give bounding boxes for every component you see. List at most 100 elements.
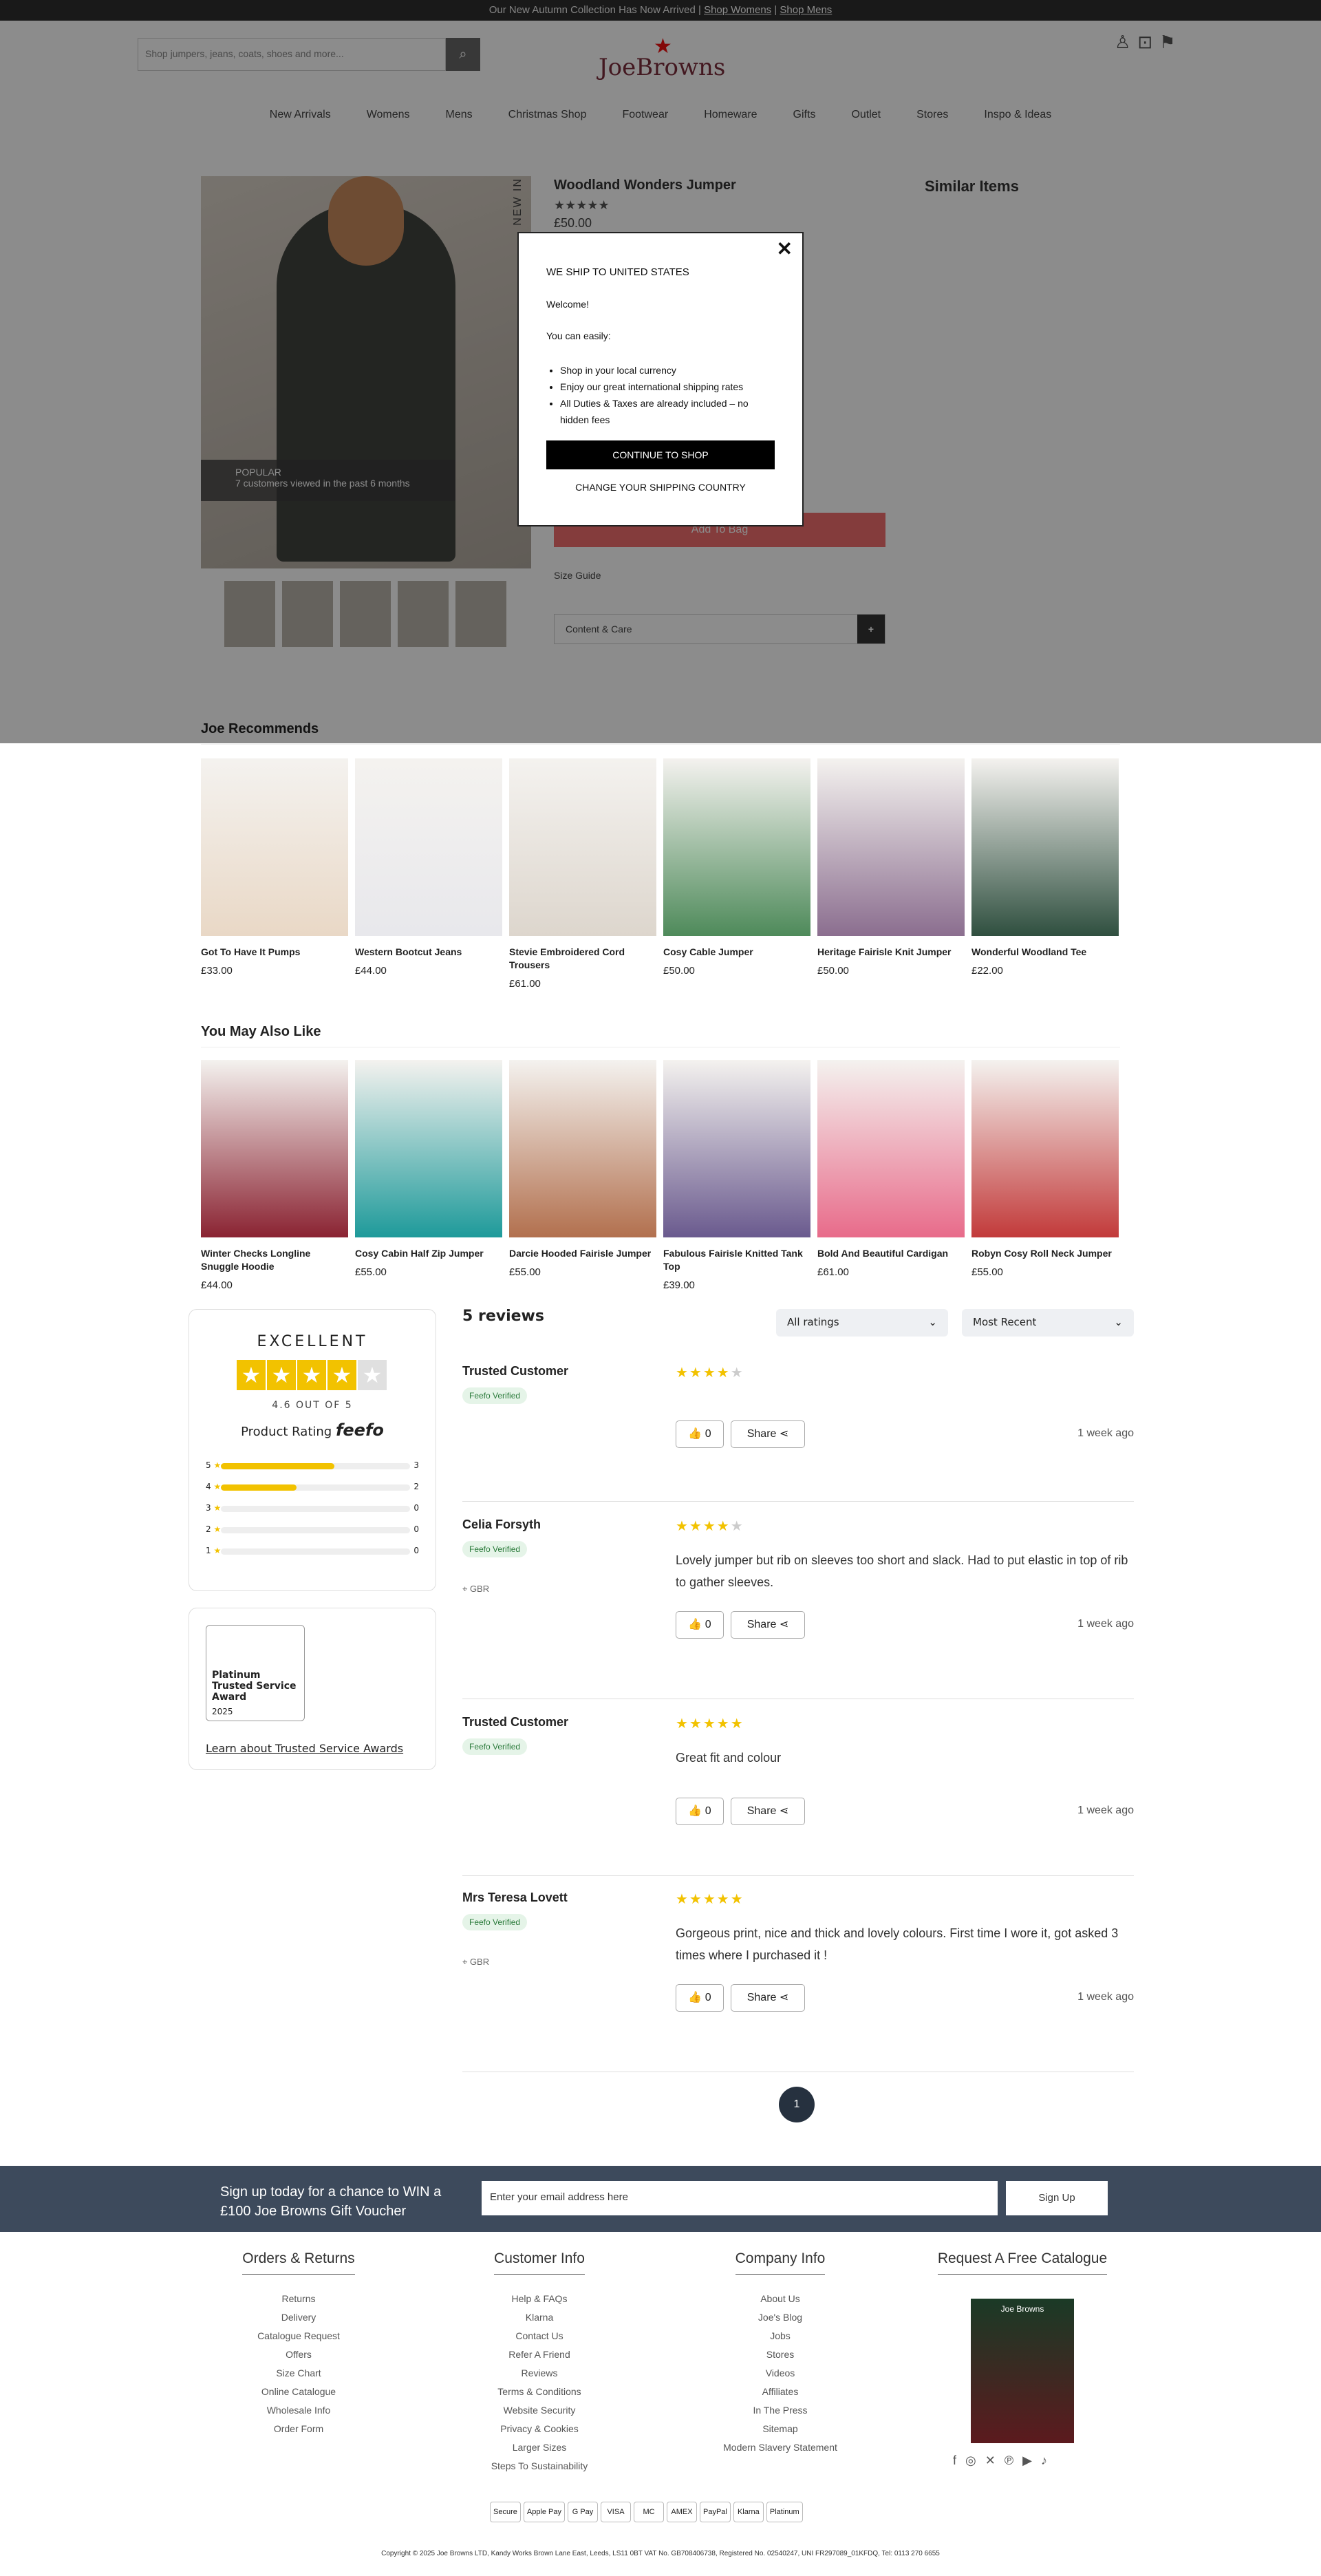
product-card[interactable]: Wonderful Woodland Tee £22.00: [971, 758, 1119, 977]
product-name[interactable]: Heritage Fairisle Knit Jumper: [817, 946, 965, 959]
x-icon[interactable]: ✕: [985, 2453, 1005, 2467]
footer-link[interactable]: In The Press: [677, 2401, 883, 2420]
share-button[interactable]: Share ⋖: [731, 1611, 805, 1639]
product-card[interactable]: Winter Checks Longline Snuggle Hoodie £44…: [201, 1060, 348, 1291]
reviews-panel: 5 reviews All ratings ⌄ Most Recent ⌄: [462, 1308, 1134, 1337]
footer-link[interactable]: Larger Sizes: [436, 2438, 643, 2457]
footer-link[interactable]: Size Chart: [195, 2364, 402, 2383]
footer-link[interactable]: Joe's Blog: [677, 2308, 883, 2327]
change-country-link[interactable]: CHANGE YOUR SHIPPING COUNTRY: [546, 482, 775, 493]
product-name[interactable]: Fabulous Fairisle Knitted Tank Top: [663, 1247, 810, 1273]
footer-link[interactable]: Order Form: [195, 2420, 402, 2438]
product-name[interactable]: Cosy Cable Jumper: [663, 946, 810, 959]
product-card[interactable]: Darcie Hooded Fairisle Jumper £55.00: [509, 1060, 656, 1278]
page-1-button[interactable]: 1: [779, 2087, 815, 2122]
footer-link[interactable]: Affiliates: [677, 2383, 883, 2401]
product-name[interactable]: Got To Have It Pumps: [201, 946, 348, 959]
footer-link[interactable]: Reviews: [436, 2364, 643, 2383]
footer-link[interactable]: Klarna: [436, 2308, 643, 2327]
product-image[interactable]: [971, 758, 1119, 936]
continue-shopping-button[interactable]: CONTINUE TO SHOP: [546, 440, 775, 469]
payment-method-icon: VISA: [601, 2502, 632, 2522]
product-image[interactable]: [355, 758, 502, 936]
product-image[interactable]: [355, 1060, 502, 1237]
product-name[interactable]: Robyn Cosy Roll Neck Jumper: [971, 1247, 1119, 1260]
rating-out-of: 4.6 OUT OF 5: [272, 1400, 353, 1411]
product-image[interactable]: [971, 1060, 1119, 1237]
footer-link[interactable]: Offers: [195, 2345, 402, 2364]
product-image[interactable]: [663, 1060, 810, 1237]
rating-filter-select[interactable]: All ratings ⌄: [776, 1309, 948, 1337]
footer-link[interactable]: Modern Slavery Statement: [677, 2438, 883, 2457]
product-image[interactable]: [201, 1060, 348, 1237]
helpful-button[interactable]: 👍 0: [676, 1798, 724, 1825]
footer-link[interactable]: Refer A Friend: [436, 2345, 643, 2364]
footer-link[interactable]: Website Security: [436, 2401, 643, 2420]
footer-link[interactable]: Jobs: [677, 2327, 883, 2345]
sign-up-button[interactable]: Sign Up: [1006, 2181, 1108, 2215]
product-card[interactable]: Western Bootcut Jeans £44.00: [355, 758, 502, 977]
product-image[interactable]: [663, 758, 810, 936]
product-card[interactable]: Cosy Cabin Half Zip Jumper £55.00: [355, 1060, 502, 1278]
product-card[interactable]: Robyn Cosy Roll Neck Jumper £55.00: [971, 1060, 1119, 1278]
footer-link[interactable]: Terms & Conditions: [436, 2383, 643, 2401]
location-text: GBR: [469, 1957, 490, 1967]
product-image[interactable]: [817, 758, 965, 936]
product-card[interactable]: Heritage Fairisle Knit Jumper £50.00: [817, 758, 965, 977]
rating-bar-fill: [221, 1463, 334, 1469]
helpful-button[interactable]: 👍 0: [676, 1984, 724, 2012]
footer-link[interactable]: About Us: [677, 2290, 883, 2308]
catalogue-cover[interactable]: Joe Browns: [971, 2299, 1074, 2443]
share-button[interactable]: Share ⋖: [731, 1798, 805, 1825]
product-name[interactable]: Cosy Cabin Half Zip Jumper: [355, 1247, 502, 1260]
social-links: f◎✕℗▶♪: [953, 2453, 1056, 2468]
helpful-button[interactable]: 👍 0: [676, 1420, 724, 1448]
share-icon: ⋖: [776, 1992, 789, 2003]
product-card[interactable]: Cosy Cable Jumper £50.00: [663, 758, 810, 977]
footer-link[interactable]: Online Catalogue: [195, 2383, 402, 2401]
pinterest-icon[interactable]: ℗: [1005, 2453, 1022, 2467]
email-field[interactable]: Enter your email address here: [482, 2181, 998, 2215]
footer-link[interactable]: Privacy & Cookies: [436, 2420, 643, 2438]
share-button[interactable]: Share ⋖: [731, 1984, 805, 2012]
product-card[interactable]: Stevie Embroidered Cord Trousers £61.00: [509, 758, 656, 990]
footer-link[interactable]: Contact Us: [436, 2327, 643, 2345]
facebook-icon[interactable]: f: [953, 2453, 965, 2467]
product-image[interactable]: [509, 758, 656, 936]
product-image[interactable]: [509, 1060, 656, 1237]
youtube-icon[interactable]: ▶: [1022, 2453, 1041, 2467]
product-name[interactable]: Darcie Hooded Fairisle Jumper: [509, 1247, 656, 1260]
payment-method-icon: PayPal: [700, 2502, 731, 2522]
product-name[interactable]: Stevie Embroidered Cord Trousers: [509, 946, 656, 972]
share-button[interactable]: Share ⋖: [731, 1420, 805, 1448]
footer-link[interactable]: Sitemap: [677, 2420, 883, 2438]
footer-link[interactable]: Stores: [677, 2345, 883, 2364]
product-name[interactable]: Wonderful Woodland Tee: [971, 946, 1119, 959]
sort-select[interactable]: Most Recent ⌄: [962, 1309, 1134, 1337]
you-may-also-like-section: You May Also Like: [201, 1024, 1120, 1047]
footer-link[interactable]: Help & FAQs: [436, 2290, 643, 2308]
product-card[interactable]: Bold And Beautiful Cardigan £61.00: [817, 1060, 965, 1278]
instagram-icon[interactable]: ◎: [965, 2453, 985, 2467]
location-pin-icon: ⌖: [462, 1584, 470, 1594]
footer-link[interactable]: Wholesale Info: [195, 2401, 402, 2420]
product-name[interactable]: Bold And Beautiful Cardigan: [817, 1247, 965, 1260]
footer-column-title: Customer Info: [494, 2250, 585, 2275]
learn-awards-link[interactable]: Learn about Trusted Service Awards: [206, 1742, 419, 1755]
footer-link[interactable]: Delivery: [195, 2308, 402, 2327]
product-image[interactable]: [817, 1060, 965, 1237]
product-image[interactable]: [201, 758, 348, 936]
close-icon[interactable]: ✕: [777, 237, 793, 260]
product-name[interactable]: Winter Checks Longline Snuggle Hoodie: [201, 1247, 348, 1273]
product-card[interactable]: Got To Have It Pumps £33.00: [201, 758, 348, 977]
helpful-button[interactable]: 👍 0: [676, 1611, 724, 1639]
footer-link[interactable]: Steps To Sustainability: [436, 2457, 643, 2476]
star-icon: ★: [267, 1360, 296, 1390]
footer-link[interactable]: Returns: [195, 2290, 402, 2308]
modal-benefits: Shop in your local currencyEnjoy our gre…: [546, 362, 775, 428]
tiktok-icon[interactable]: ♪: [1041, 2453, 1056, 2467]
footer-link[interactable]: Catalogue Request: [195, 2327, 402, 2345]
footer-link[interactable]: Videos: [677, 2364, 883, 2383]
product-name[interactable]: Western Bootcut Jeans: [355, 946, 502, 959]
product-card[interactable]: Fabulous Fairisle Knitted Tank Top £39.00: [663, 1060, 810, 1291]
